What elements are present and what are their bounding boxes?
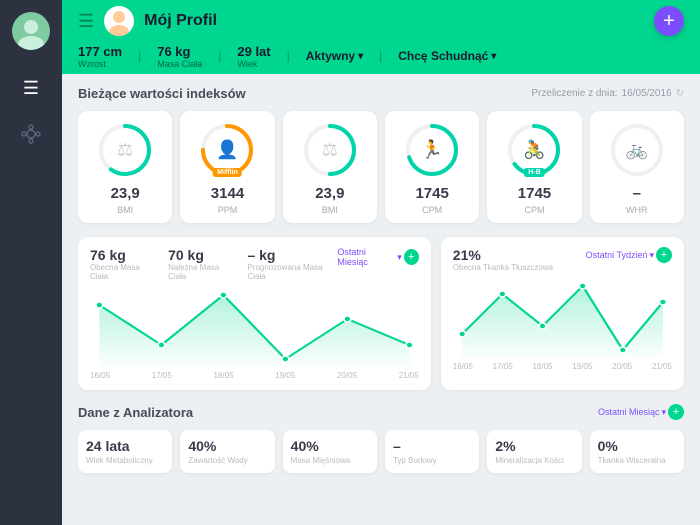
topbar: ☰ Mój Profil + 177 cm Wzrost | 76 kg Mas… (62, 0, 700, 74)
main-content: ☰ Mój Profil + 177 cm Wzrost | 76 kg Mas… (62, 0, 700, 525)
masa-stat-0: 76 kgObecna Masa Ciała (90, 247, 156, 281)
add-button[interactable]: + (654, 6, 684, 36)
sidebar: ☰ (0, 0, 62, 525)
topbar-title: Mój Profil (144, 12, 217, 30)
masa-chart-header: 76 kgObecna Masa Ciała 70 kgNależna Masa … (90, 247, 419, 281)
card-icon-0: ⚖ (117, 140, 133, 161)
stat-height-label: Wzrost (78, 59, 106, 69)
index-card-3: 🏃 1745 CPM (385, 111, 479, 223)
content-area: Bieżące wartości indeksów Przeliczenie z… (62, 74, 700, 525)
card-badge-1: Mifflin (213, 168, 242, 177)
card-value-2: 23,9 (315, 185, 344, 203)
card-icon-3: 🏃 (421, 140, 443, 161)
topbar-stat-weight: 76 kg Masa Ciała (157, 44, 202, 69)
card-icon-1: 👤 (216, 140, 238, 161)
topbar-row2: 177 cm Wzrost | 76 kg Masa Ciała | 29 la… (78, 42, 684, 74)
sidebar-icon-menu[interactable]: ☰ (13, 70, 49, 106)
card-value-5: – (633, 185, 641, 203)
masa-chart-area (90, 287, 419, 367)
masa-stat-2: – kgPrognozowana Masa Ciała (247, 247, 337, 281)
analyzer-section-header: Dane z Analizatora Ostatni Miesiąc ▾ + (78, 404, 684, 420)
card-label-1: PPM (218, 205, 238, 215)
masa-chart-stats: 76 kgObecna Masa Ciała 70 kgNależna Masa … (90, 247, 337, 281)
analyzer-card-5: 0%Tkanka Wisceralna (590, 430, 684, 473)
masa-chart-panel: 76 kgObecna Masa Ciała 70 kgNależna Masa … (78, 237, 431, 390)
card-icon-2: ⚖ (322, 140, 338, 161)
analyzer-cards: 24 lataWiek Metaboliczny40%Zawartość Wod… (78, 430, 684, 473)
index-card-1: 👤 Mifflin 3144 PPM (180, 111, 274, 223)
masa-add-btn[interactable]: + (404, 249, 419, 265)
tkanka-chart-panel: 21%Obecna Tkanka Tłuszczowa Ostatni Tydz… (441, 237, 684, 390)
tkanka-chart-stats: 21%Obecna Tkanka Tłuszczowa (453, 247, 553, 272)
card-label-3: CPM (422, 205, 442, 215)
analyzer-card-4: 2%Mineralizacja Kości (487, 430, 581, 473)
card-value-3: 1745 (415, 185, 448, 203)
analyzer-add-btn[interactable]: + (668, 404, 684, 420)
tkanka-stat-0: 21%Obecna Tkanka Tłuszczowa (453, 247, 553, 272)
analyzer-dropdown[interactable]: Ostatni Miesiąc ▾ + (598, 404, 684, 420)
refresh-icon[interactable]: ↻ (676, 88, 684, 99)
topbar-stat-age: 29 lat Wiek (237, 44, 270, 69)
index-card-0: ⚖ 23,9 BMI (78, 111, 172, 223)
analyzer-card-2: 40%Masa Mięśniowa (283, 430, 377, 473)
card-value-1: 3144 (211, 185, 244, 203)
card-badge-4: H-B (524, 168, 544, 177)
circle-1: 👤 Mifflin (198, 121, 256, 179)
topbar-stat-height: 177 cm Wzrost (78, 44, 122, 69)
card-value-0: 23,9 (111, 185, 140, 203)
card-icon-4: 🚴 (523, 140, 545, 161)
card-label-5: WHR (626, 205, 648, 215)
masa-chart-dates: 16/0517/0518/0519/0520/0521/05 (90, 371, 419, 380)
tkanka-dropdown[interactable]: Ostatni Tydzień ▾ + (586, 247, 672, 263)
topbar-row1: ☰ Mój Profil + (78, 0, 684, 42)
analyzer-title: Dane z Analizatora (78, 405, 193, 420)
menu-icon[interactable]: ☰ (78, 11, 94, 32)
sidebar-avatar[interactable] (12, 12, 50, 50)
tkanka-chart-header: 21%Obecna Tkanka Tłuszczowa Ostatni Tydz… (453, 247, 672, 272)
card-label-0: BMI (117, 205, 133, 215)
index-cards: ⚖ 23,9 BMI 👤 Mifflin 3144 PPM ⚖ 23,9 BMI (78, 111, 684, 223)
goal-dropdown[interactable]: Chcę Schudnąć ▾ (398, 49, 496, 63)
charts-row: 76 kgObecna Masa Ciała 70 kgNależna Masa … (78, 237, 684, 390)
index-card-4: 🚴 H-B 1745 CPM (487, 111, 581, 223)
card-label-2: BMI (322, 205, 338, 215)
masa-stat-1: 70 kgNależna Masa Ciała (168, 247, 235, 281)
circle-0: ⚖ (96, 121, 154, 179)
analyzer-card-0: 24 lataWiek Metaboliczny (78, 430, 172, 473)
stat-age-value: 29 lat (237, 44, 270, 59)
analyzer-card-1: 40%Zawartość Wody (180, 430, 274, 473)
masa-dropdown[interactable]: Ostatni Miesiąc ▾ + (337, 247, 418, 267)
tkanka-chart-area (453, 278, 672, 358)
tkanka-chart-dates: 16/0517/0518/0519/0520/0521/05 (453, 362, 672, 371)
stat-age-label: Wiek (237, 59, 257, 69)
circle-2: ⚖ (301, 121, 359, 179)
index-card-2: ⚖ 23,9 BMI (283, 111, 377, 223)
card-icon-5: 🚲 (626, 140, 648, 161)
stat-height-value: 177 cm (78, 44, 122, 59)
active-dropdown[interactable]: Aktywny ▾ (306, 49, 363, 63)
stat-weight-value: 76 kg (157, 44, 190, 59)
topbar-avatar (104, 6, 134, 36)
circle-4: 🚴 H-B (505, 121, 563, 179)
card-label-4: CPM (524, 205, 544, 215)
indices-date: Przeliczenie z dnia: 16/05/2016 ↻ (531, 88, 684, 99)
indices-title: Bieżące wartości indeksów (78, 86, 246, 101)
tkanka-add-btn[interactable]: + (656, 247, 672, 263)
analyzer-card-3: –Typ Budowy (385, 430, 479, 473)
card-value-4: 1745 (518, 185, 551, 203)
circle-5: 🚲 (608, 121, 666, 179)
index-card-5: 🚲 – WHR (590, 111, 684, 223)
sidebar-icon-link[interactable] (13, 116, 49, 152)
circle-3: 🏃 (403, 121, 461, 179)
indices-section-header: Bieżące wartości indeksów Przeliczenie z… (78, 86, 684, 101)
stat-weight-label: Masa Ciała (157, 59, 202, 69)
